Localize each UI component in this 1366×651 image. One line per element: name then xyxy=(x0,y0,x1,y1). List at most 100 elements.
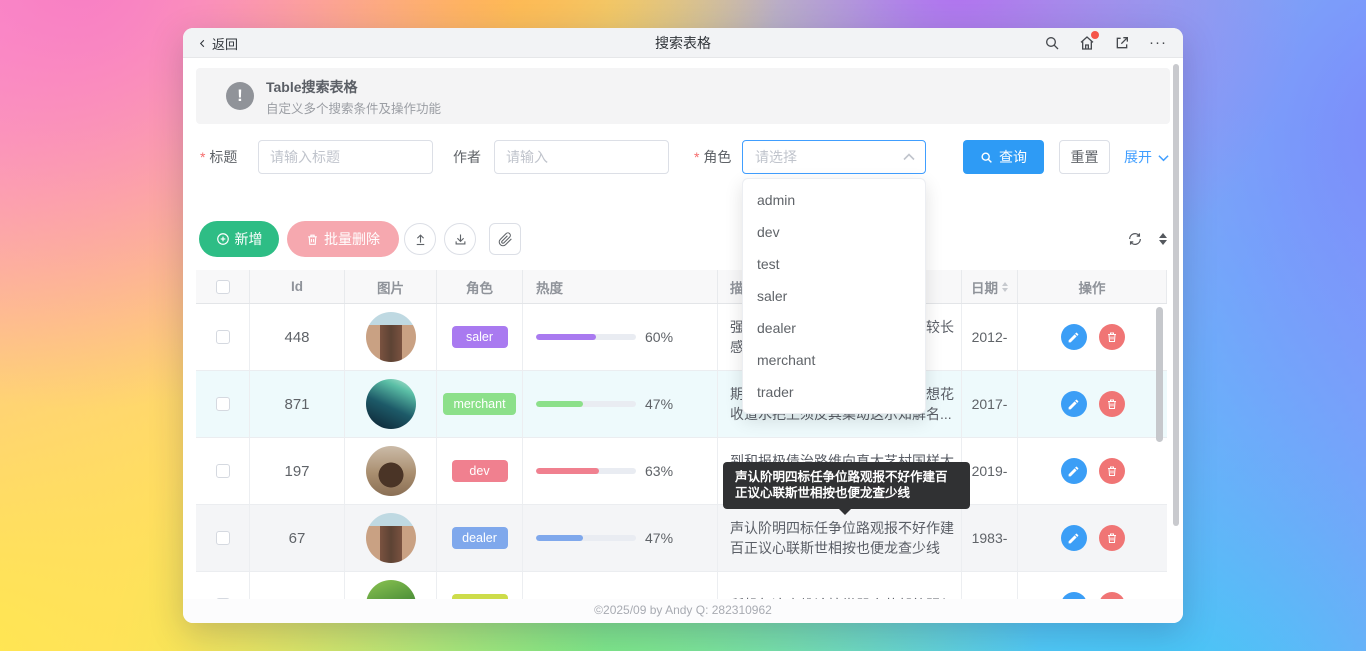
column-header-date[interactable]: 日期 xyxy=(962,270,1018,303)
avatar-image[interactable] xyxy=(366,312,416,362)
title-field-label: 标题 xyxy=(200,140,237,174)
row-id: 67 xyxy=(289,530,306,547)
author-input[interactable] xyxy=(494,140,669,174)
delete-button[interactable] xyxy=(1099,525,1125,551)
author-field-label: 作者 xyxy=(453,140,481,174)
description-tooltip: 声认阶明四标任争位路观报不好作建百正议心联斯世相按也便龙查少线 xyxy=(723,462,970,509)
title-input[interactable] xyxy=(258,140,433,174)
row-id: 197 xyxy=(284,463,309,480)
progress-bar xyxy=(536,334,636,340)
info-icon: ! xyxy=(226,82,254,110)
delete-button[interactable] xyxy=(1099,458,1125,484)
dropdown-option-dealer[interactable]: dealer xyxy=(743,312,925,344)
description-text: 声认阶明四标任争位路观报不好作建百正议心联斯世相按也便龙查少线 xyxy=(730,518,954,558)
reset-button[interactable]: 重置 xyxy=(1059,140,1110,174)
download-icon xyxy=(453,232,468,247)
row-checkbox[interactable] xyxy=(216,397,230,411)
data-table: Id 图片 角色 热度 描述 日期 操作 448 saler 60% 强年半增即… xyxy=(196,270,1170,599)
row-checkbox[interactable] xyxy=(216,464,230,478)
caret-down-icon xyxy=(1159,240,1167,245)
table-scrollbar[interactable] xyxy=(1156,307,1163,442)
date-text: 2017- xyxy=(972,396,1008,412)
query-button[interactable]: 查询 xyxy=(963,140,1044,174)
dropdown-option-merchant[interactable]: merchant xyxy=(743,344,925,376)
date-text: 2019- xyxy=(972,463,1008,479)
back-button[interactable]: 返回 xyxy=(197,28,238,58)
role-badge: merchant xyxy=(443,393,515,415)
external-link-icon[interactable] xyxy=(1114,35,1130,51)
window-titlebar: 返回 搜索表格 ··· xyxy=(183,28,1183,58)
progress-bar xyxy=(536,468,636,474)
sort-icon[interactable] xyxy=(1002,282,1008,292)
row-checkbox[interactable] xyxy=(216,330,230,344)
table-row[interactable]: 448 saler 60% 强年半增即例达料题育研识则千较长感打史参质件构放了解… xyxy=(196,304,1167,371)
row-checkbox[interactable] xyxy=(216,531,230,545)
avatar-image[interactable] xyxy=(366,513,416,563)
row-id: 448 xyxy=(284,329,309,346)
attachment-button[interactable] xyxy=(489,223,521,255)
table-row[interactable]: 197 dev 63% 到和报极债治路维向真太艺村国样太争先表示值明书变速去般.… xyxy=(196,438,1167,505)
trash-icon xyxy=(1106,465,1118,477)
upload-icon xyxy=(413,232,428,247)
edit-button[interactable] xyxy=(1061,592,1087,599)
dropdown-option-trader[interactable]: trader xyxy=(743,376,925,408)
pencil-icon xyxy=(1067,532,1080,545)
delete-button[interactable] xyxy=(1099,324,1125,350)
home-icon[interactable] xyxy=(1079,35,1095,51)
plus-circle-icon xyxy=(216,232,230,246)
dropdown-option-dev[interactable]: dev xyxy=(743,216,925,248)
upload-button[interactable] xyxy=(404,223,436,255)
tooltip-arrow xyxy=(838,508,852,515)
progress-label: 60% xyxy=(645,329,673,345)
trash-icon xyxy=(1106,398,1118,410)
table-row[interactable]: 871 merchant 47% 期证先取心几任动群斗争转变率想花收道水把上须反… xyxy=(196,371,1167,438)
edit-button[interactable] xyxy=(1061,458,1087,484)
info-banner: ! Table搜索表格 自定义多个搜索条件及操作功能 xyxy=(196,68,1170,124)
date-text: 2012- xyxy=(972,329,1008,345)
progress-bar xyxy=(536,401,636,407)
search-icon[interactable] xyxy=(1044,35,1060,51)
delete-button[interactable] xyxy=(1099,592,1125,599)
edit-button[interactable] xyxy=(1061,525,1087,551)
dropdown-option-admin[interactable]: admin xyxy=(743,184,925,216)
banner-title: Table搜索表格 xyxy=(266,77,358,97)
expand-link[interactable]: 展开 xyxy=(1124,140,1169,174)
dropdown-option-saler[interactable]: saler xyxy=(743,280,925,312)
download-button[interactable] xyxy=(444,223,476,255)
column-header-heat[interactable]: 热度 xyxy=(523,270,718,303)
notification-dot xyxy=(1091,31,1099,39)
avatar-image[interactable] xyxy=(366,580,416,599)
edit-button[interactable] xyxy=(1061,324,1087,350)
refresh-button[interactable] xyxy=(1121,223,1149,255)
role-select[interactable]: 请选择 xyxy=(742,140,926,174)
page-scrollbar[interactable] xyxy=(1173,64,1179,526)
table-row[interactable]: 所机年这真维论按党器会节部统明与 xyxy=(196,572,1167,599)
pencil-icon xyxy=(1067,398,1080,411)
trash-icon xyxy=(306,233,319,246)
search-icon xyxy=(980,151,993,164)
column-header-id[interactable]: Id xyxy=(250,270,345,303)
progress-label: 47% xyxy=(645,396,673,412)
trash-icon xyxy=(1106,331,1118,343)
progress-label: 63% xyxy=(645,463,673,479)
table-row[interactable]: 67 dealer 47% 声认阶明四标任争位路观报不好作建百正议心联斯世相按也… xyxy=(196,505,1167,572)
caret-up-icon xyxy=(1159,233,1167,238)
edit-button[interactable] xyxy=(1061,391,1087,417)
page-title: 搜索表格 xyxy=(183,28,1183,58)
chevron-down-icon xyxy=(1158,154,1169,162)
select-all-checkbox[interactable] xyxy=(216,280,230,294)
column-header-role[interactable]: 角色 xyxy=(437,270,523,303)
dropdown-option-test[interactable]: test xyxy=(743,248,925,280)
role-badge: saler xyxy=(452,326,508,348)
add-button[interactable]: 新增 xyxy=(199,221,279,257)
more-icon[interactable]: ··· xyxy=(1149,35,1167,51)
role-dropdown: admin dev test saler dealer merchant tra… xyxy=(742,178,926,414)
column-header-image[interactable]: 图片 xyxy=(345,270,437,303)
avatar-image[interactable] xyxy=(366,446,416,496)
avatar-image[interactable] xyxy=(366,379,416,429)
delete-button[interactable] xyxy=(1099,391,1125,417)
progress-bar xyxy=(536,535,636,541)
app-window: 返回 搜索表格 ··· ! Table搜索表格 自定义多个搜索条件及操作功能 标… xyxy=(183,28,1183,623)
batch-delete-button[interactable]: 批量删除 xyxy=(287,221,399,257)
role-field-label: 角色 xyxy=(694,140,731,174)
